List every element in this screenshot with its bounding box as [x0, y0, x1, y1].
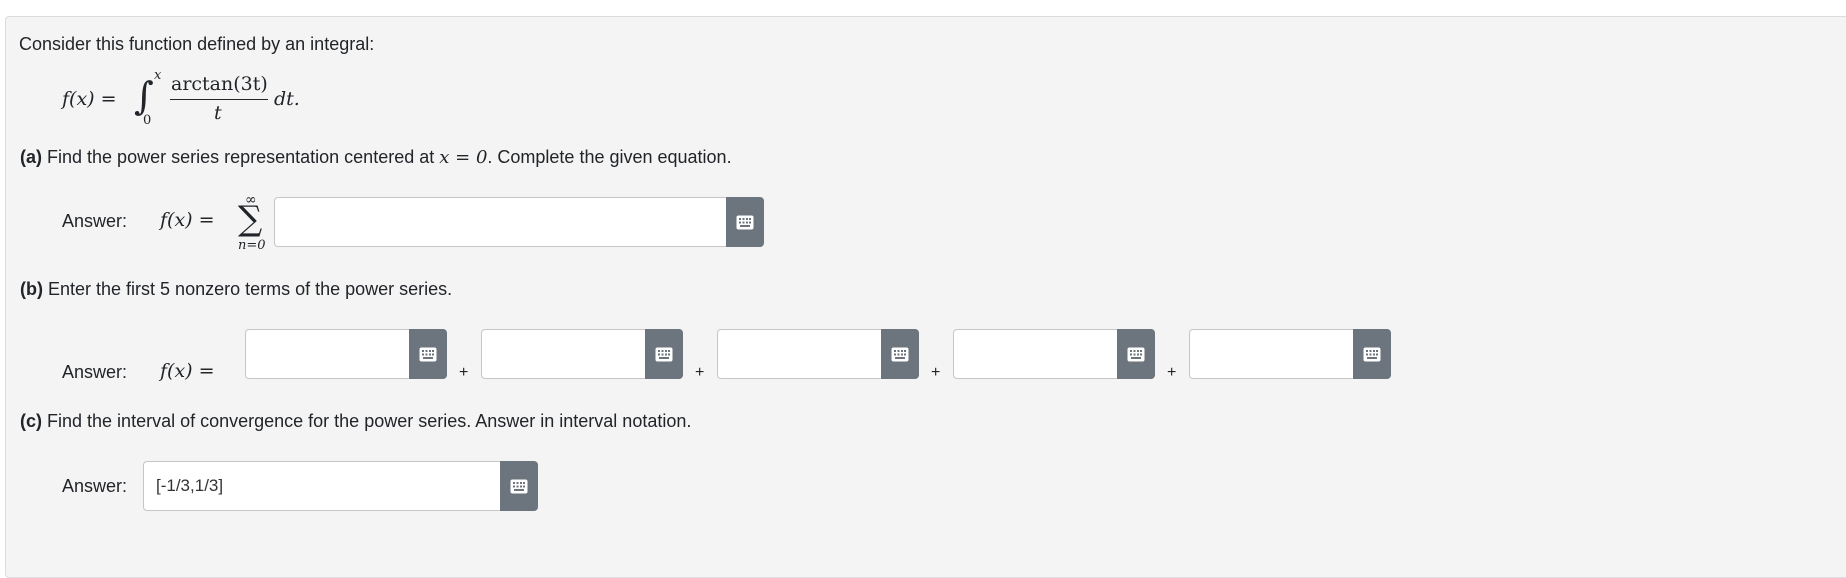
term-5-input[interactable] [1189, 329, 1353, 379]
part-c-prompt: (c) Find the interval of convergence for… [20, 411, 691, 432]
term-2-keyboard-button[interactable] [645, 329, 683, 379]
term-4-keyboard-button[interactable] [1117, 329, 1155, 379]
part-b-text: Enter the first 5 nonzero terms of the p… [48, 279, 453, 299]
part-a-condition: x = 0 [439, 147, 488, 168]
keyboard-icon [510, 479, 528, 493]
part-c-keyboard-button[interactable] [500, 461, 538, 511]
integral-sign: ∫ [134, 74, 154, 118]
term-3-keyboard-button[interactable] [881, 329, 919, 379]
part-a-text-end: . Complete the given equation. [487, 147, 732, 167]
integrand-denominator: t [214, 102, 222, 124]
plus-sign: + [1167, 364, 1177, 381]
term-1-input[interactable] [245, 329, 409, 379]
part-c-label: (c) [20, 411, 42, 431]
part-b-prompt: (b) Enter the first 5 nonzero terms of t… [20, 279, 452, 300]
part-a-answer-input[interactable] [274, 197, 726, 247]
sigma-symbol: ∑ [238, 199, 263, 239]
sum-lower-limit: n=0 [238, 238, 266, 253]
part-b-answer-label: Answer: [62, 362, 128, 382]
intro-text: Consider this function defined by an int… [19, 34, 375, 54]
plus-sign: + [695, 364, 705, 381]
integrand-numerator: arctan(3t) [171, 73, 268, 95]
keyboard-icon [419, 347, 437, 361]
part-a-answer-label: Answer: [62, 211, 128, 231]
formula-lhs: f(x) = [62, 88, 117, 110]
integral-lower-limit: 0 [143, 113, 152, 128]
term-5-keyboard-button[interactable] [1353, 329, 1391, 379]
part-a-keyboard-button[interactable] [726, 197, 764, 247]
term-4-input[interactable] [953, 329, 1117, 379]
plus-sign: + [931, 364, 941, 381]
term-2-input[interactable] [481, 329, 645, 379]
part-a-lhs: f(x) = [160, 209, 215, 231]
term-3-input[interactable] [717, 329, 881, 379]
part-c-text: Find the interval of convergence for the… [47, 411, 692, 431]
keyboard-icon [1127, 347, 1145, 361]
term-1-keyboard-button[interactable] [409, 329, 447, 379]
keyboard-icon [891, 347, 909, 361]
keyboard-icon [736, 215, 754, 229]
keyboard-icon [1363, 347, 1381, 361]
part-a-prompt: (a) Find the power series representation… [20, 147, 732, 168]
part-b-lhs: f(x) = [160, 360, 215, 382]
fraction-bar [170, 99, 268, 100]
part-c-answer-label: Answer: [62, 476, 128, 496]
part-c-answer-input[interactable] [143, 461, 500, 511]
keyboard-icon [655, 347, 673, 361]
differential: dt. [274, 88, 300, 110]
plus-sign: + [459, 364, 469, 381]
part-a-label: (a) [20, 147, 42, 167]
part-b-label: (b) [20, 279, 43, 299]
integral-upper-limit: x [154, 68, 162, 83]
part-a-text: Find the power series representation cen… [47, 147, 435, 167]
